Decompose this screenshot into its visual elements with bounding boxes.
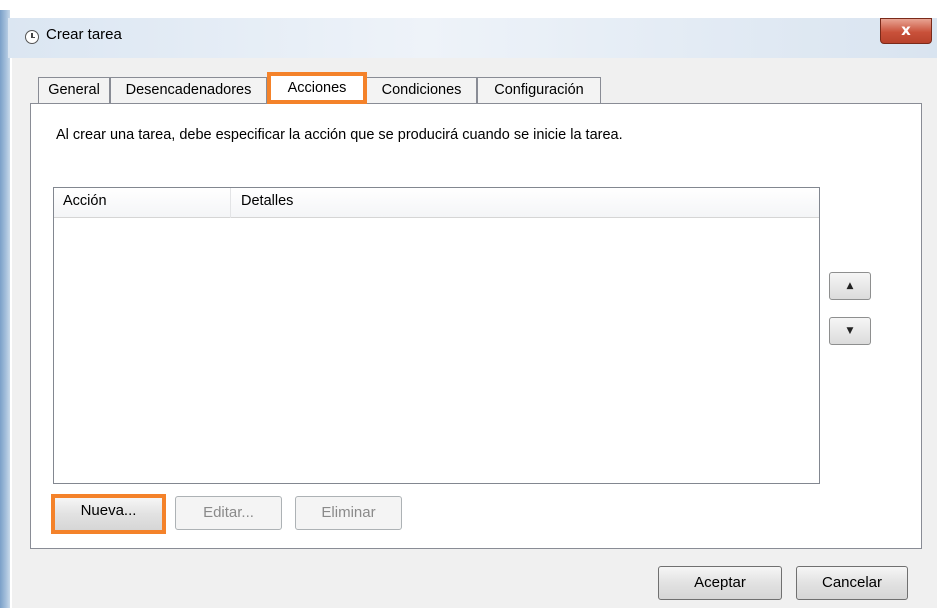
move-down-button[interactable]: ▼	[829, 317, 871, 345]
tab-triggers[interactable]: Desencadenadores	[110, 77, 267, 103]
tab-actions[interactable]: Acciones	[267, 72, 367, 104]
delete-action-button[interactable]: Eliminar	[295, 496, 402, 530]
column-header-action[interactable]: Acción	[63, 193, 107, 209]
ok-button[interactable]: Aceptar	[658, 566, 782, 600]
new-action-button[interactable]: Nueva...	[51, 494, 166, 534]
tab-settings[interactable]: Configuración	[477, 77, 601, 103]
cancel-button[interactable]: Cancelar	[796, 566, 908, 600]
title-bar[interactable]	[8, 18, 937, 58]
actions-list[interactable]	[53, 187, 820, 484]
tab-general[interactable]: General	[38, 77, 110, 103]
window-frame-left	[0, 10, 10, 608]
create-task-dialog: Crear tarea x General Desencadenadores A…	[0, 0, 937, 608]
arrow-up-icon: ▲	[846, 281, 854, 291]
actions-description: Al crear una tarea, debe especificar la …	[56, 127, 623, 143]
column-separator[interactable]	[230, 188, 231, 218]
arrow-down-icon: ▼	[846, 326, 854, 336]
clock-icon	[25, 30, 39, 44]
tab-conditions[interactable]: Condiciones	[366, 77, 477, 103]
window-title: Crear tarea	[46, 26, 122, 43]
move-up-button[interactable]: ▲	[829, 272, 871, 300]
actions-list-header	[54, 188, 819, 218]
column-header-details[interactable]: Detalles	[241, 193, 293, 209]
edit-action-button[interactable]: Editar...	[175, 496, 282, 530]
close-button[interactable]: x	[880, 18, 932, 44]
